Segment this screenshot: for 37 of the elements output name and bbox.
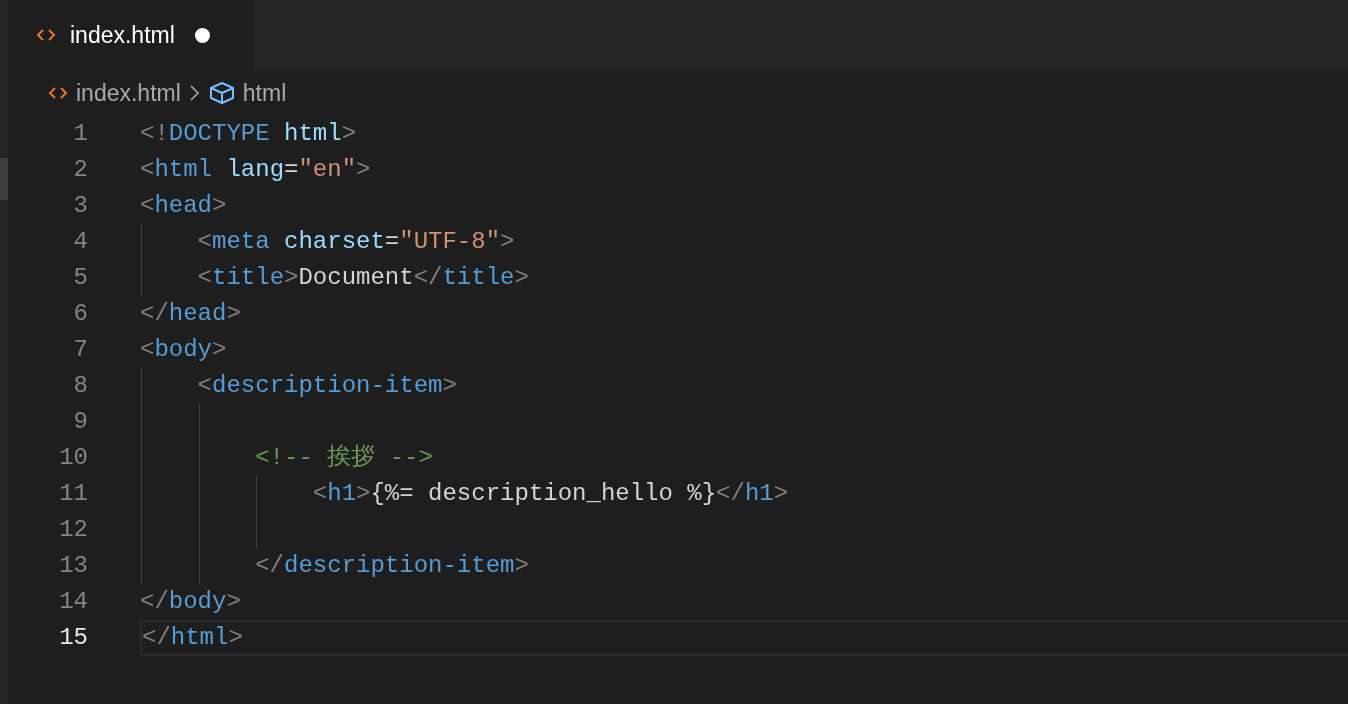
- line-number: 3: [72, 191, 88, 221]
- line-number: 11: [58, 479, 88, 509]
- code-line: <h1>{%= description_hello %}</h1>: [311, 479, 789, 509]
- line-number: 5: [72, 263, 88, 293]
- line-number: 12: [58, 515, 88, 545]
- line-number: 9: [72, 407, 88, 437]
- line-number: 8: [72, 371, 88, 401]
- tab-label: index.html: [70, 20, 175, 50]
- scroll-indicator: [0, 158, 8, 200]
- code-line: </description-item>: [254, 551, 529, 581]
- code-line: <title>Document</title>: [196, 263, 529, 293]
- line-number: 2: [72, 155, 88, 185]
- editor-tab[interactable]: index.html: [8, 0, 254, 70]
- line-number: 13: [58, 551, 88, 581]
- code-line: <!DOCTYPE html>: [140, 119, 357, 149]
- code-line: <head>: [140, 191, 227, 221]
- code-line: <!-- 挨拶 -->: [254, 443, 433, 473]
- code-line: </html>: [142, 623, 243, 653]
- code-line: <meta charset="UTF-8">: [196, 227, 515, 257]
- chevron-right-icon: [188, 83, 201, 103]
- code-line: <body>: [140, 335, 227, 365]
- line-number: 14: [58, 587, 88, 617]
- line-number: 7: [72, 335, 88, 365]
- cube-icon: [208, 81, 235, 105]
- code-line: <description-item>: [196, 371, 457, 401]
- breadcrumb-item[interactable]: index.html: [76, 75, 181, 111]
- line-number: 15: [58, 623, 88, 653]
- line-number: 4: [72, 227, 88, 257]
- code-line: <html lang="en">: [140, 155, 371, 185]
- code-line: </head>: [140, 299, 241, 329]
- code-line: </body>: [140, 587, 241, 617]
- line-number: 10: [58, 443, 88, 473]
- line-number: 6: [72, 299, 88, 329]
- code-brackets-icon: [36, 27, 56, 43]
- line-number: 1: [72, 119, 88, 149]
- code-brackets-icon: [48, 85, 68, 101]
- breadcrumb-item[interactable]: html: [242, 75, 287, 111]
